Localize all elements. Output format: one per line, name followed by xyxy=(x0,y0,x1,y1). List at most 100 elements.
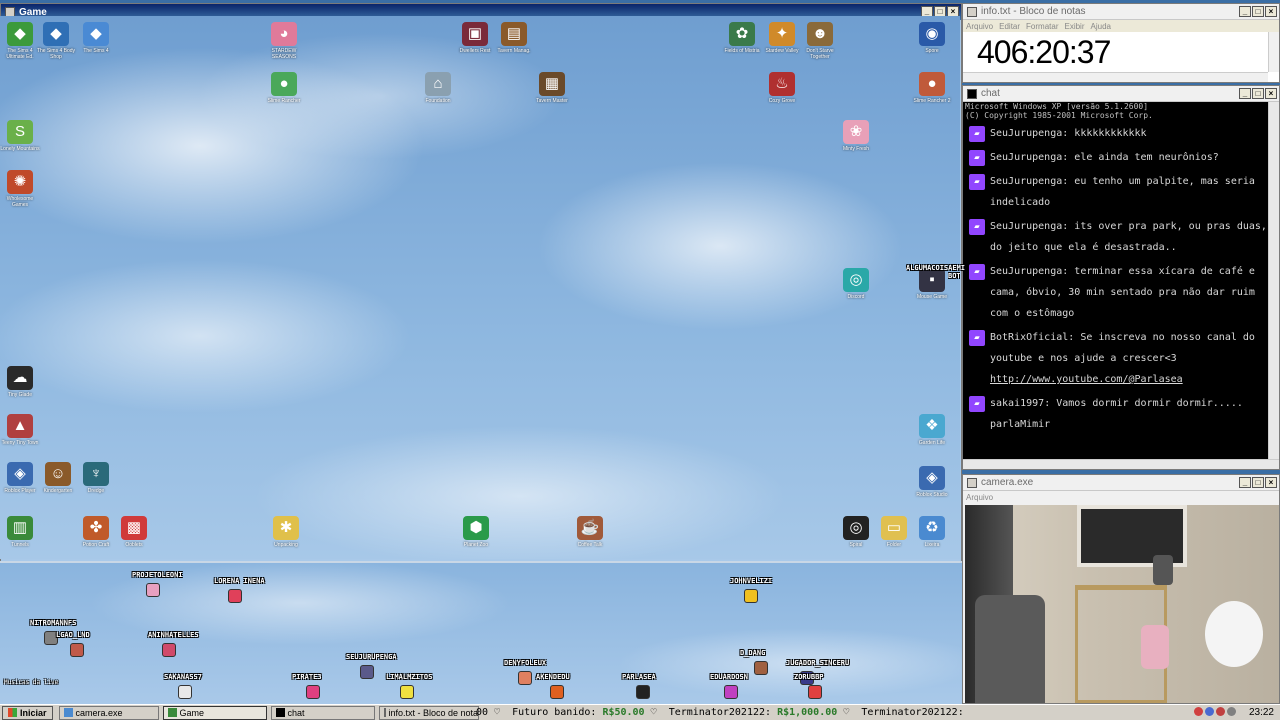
desktop-icon-the-sims-4-ultimate-ed-[interactable]: ◆ The Sims 4 Ultimate Ed. xyxy=(0,22,40,60)
desktop-icon-tavern-manag-[interactable]: ▤ Tavern Manag. xyxy=(494,22,534,54)
desktop-icon-label: Slime Rancher xyxy=(267,98,301,104)
start-button[interactable]: Iniciar xyxy=(2,705,53,720)
desktop-icon-wholesome-games[interactable]: ✺ Wholesome Games xyxy=(0,170,40,208)
desktop-icon-stardew-seasons[interactable]: ◕ STARDEW SEASONS xyxy=(264,22,304,60)
menu-formatar[interactable]: Formatar xyxy=(1026,22,1058,31)
chat-username[interactable]: BotRixOficial xyxy=(990,332,1068,343)
minimize-button[interactable]: _ xyxy=(1239,477,1251,488)
stream-timer[interactable]: 406:20:37 xyxy=(977,34,1111,71)
camera-icon xyxy=(63,708,73,717)
stage-username: PROJETOLEONI xyxy=(132,571,183,579)
desktop-icon-label: Planet Zoo xyxy=(463,542,489,548)
desktop-icon-label: The Sims 4 Body Shop xyxy=(36,48,76,60)
chat-link[interactable]: http://www.youtube.com/@Parlasea xyxy=(990,374,1183,385)
minimize-button[interactable]: _ xyxy=(1239,6,1251,17)
close-button[interactable]: × xyxy=(1265,477,1277,488)
desktop-icon-tunnels[interactable]: ▥ Tunnels xyxy=(0,516,40,548)
desktop-icon-spiral[interactable]: ◎ Spiral xyxy=(836,516,876,548)
desktop-icon-tavern-master[interactable]: ▦ Tavern Master xyxy=(532,72,572,104)
desktop-icon-unpacking[interactable]: ✱ Unpacking xyxy=(266,516,306,548)
app-icon: ◆ xyxy=(7,22,33,46)
chat-username[interactable]: SeuJurupenga xyxy=(990,128,1062,139)
app-icon: ✦ xyxy=(769,22,795,46)
chat-username[interactable]: sakai1997 xyxy=(990,398,1044,409)
twitch-icon: ▰ xyxy=(969,174,985,190)
maximize-button[interactable]: □ xyxy=(1252,88,1264,99)
notepad-titlebar[interactable]: info.txt - Bloco de notas _ □ × xyxy=(963,4,1279,20)
desktop-icon-mouse-game[interactable]: ▪ Mouse Game xyxy=(912,268,952,300)
tray-icon[interactable] xyxy=(1216,707,1225,716)
desktop-icon-planet-zoo[interactable]: ⬢ Planet Zoo xyxy=(456,516,496,548)
desktop-icon-folder[interactable]: ▭ Folder xyxy=(874,516,914,548)
desktop-icon-slime-rancher[interactable]: ● Slime Rancher xyxy=(264,72,304,104)
desktop-icon-lonely-mountains[interactable]: S Lonely Mountains xyxy=(0,120,40,152)
desktop-icon-minty-fresh[interactable]: ❀ Minty Fresh xyxy=(836,120,876,152)
chat-username[interactable]: SeuJurupenga xyxy=(990,176,1062,187)
task-game[interactable]: Game xyxy=(162,705,267,720)
minimize-button[interactable]: _ xyxy=(1239,88,1251,99)
desktop-icon-stardew-valley[interactable]: ✦ Stardew Valley xyxy=(762,22,802,54)
desktop-icon-foundation[interactable]: ⌂ Foundation xyxy=(418,72,458,104)
close-button[interactable]: × xyxy=(1265,88,1277,99)
stage-username: ANINHATELLES xyxy=(148,631,199,639)
overlay-username: ALGUMACOISAEMI xyxy=(906,264,966,272)
chat-scrollbar[interactable] xyxy=(1268,102,1279,459)
desktop-icon-tiny-glade[interactable]: ☁ Tiny Glade xyxy=(0,366,40,398)
camera-titlebar[interactable]: camera.exe _ □ × xyxy=(963,475,1279,491)
chat-username[interactable]: SeuJurupenga xyxy=(990,152,1062,163)
menu-editar[interactable]: Editar xyxy=(999,22,1020,31)
notepad-scrollbar[interactable] xyxy=(1268,32,1279,72)
stage-username: JUGADOR_SINCERU xyxy=(786,659,850,667)
desktop-icon-garden-life[interactable]: ❖ Garden Life xyxy=(912,414,952,446)
desktop-icon-spore[interactable]: ◉ Spore xyxy=(912,22,952,54)
task-chat[interactable]: chat xyxy=(270,705,375,720)
desktop-icon-roblox-studio[interactable]: ◈ Roblox Studio xyxy=(912,466,952,498)
desktop-icon-label: Coffee Talk xyxy=(577,542,603,548)
overlay-username: BOTOBRIX xyxy=(948,272,960,280)
desktop-icon-don-t-starve-together[interactable]: ☻ Don't Starve Together xyxy=(800,22,840,60)
stage-username: ZORUBBP xyxy=(794,673,824,681)
desktop-icon-kindergarten[interactable]: ☺ Kindergarten xyxy=(38,462,78,494)
tray-icon[interactable] xyxy=(1205,707,1214,716)
desktop-icon-lixeira[interactable]: ♻ Lixeira xyxy=(912,516,952,548)
notepad-hscrollbar[interactable] xyxy=(963,72,1268,82)
desktop-icon-coffee-talk[interactable]: ☕ Coffee Talk xyxy=(570,516,610,548)
maximize-button[interactable]: □ xyxy=(1252,477,1264,488)
task-label: camera.exe xyxy=(75,707,123,718)
chat-titlebar[interactable]: chat _ □ × xyxy=(963,86,1279,102)
close-button[interactable]: × xyxy=(1265,6,1277,17)
task-notepad[interactable]: info.txt - Bloco de notas xyxy=(378,705,479,720)
menu-arquivo[interactable]: Arquivo xyxy=(966,493,993,502)
menu-arquivo[interactable]: Arquivo xyxy=(966,22,993,31)
desktop-icon-discord[interactable]: ◎ Discord xyxy=(836,268,876,300)
desktop-icon-dredge[interactable]: ♆ Dredge xyxy=(76,462,116,494)
chat-colon: : xyxy=(1062,221,1075,232)
tray-icon[interactable] xyxy=(1227,707,1236,716)
menu-ajuda[interactable]: Ajuda xyxy=(1091,22,1111,31)
tray-icon[interactable] xyxy=(1194,707,1203,716)
desktop-icon-roblox-player[interactable]: ◈ Roblox Player xyxy=(0,462,40,494)
ticker-amount: R$1,000.00 xyxy=(777,707,838,718)
desktop-icon-the-sims-4[interactable]: ◆ The Sims 4 xyxy=(76,22,116,54)
task-camera[interactable]: camera.exe xyxy=(58,705,159,720)
chat-text: kkkkkkkkkkkk xyxy=(1074,128,1147,139)
desktop-icon-fields-of-mistria[interactable]: ✿ Fields of Mistria xyxy=(722,22,762,54)
desktop-icon-slime-rancher-2[interactable]: ● Slime Rancher 2 xyxy=(912,72,952,104)
desktop-icon-cozy-grove[interactable]: ♨ Cozy Grove xyxy=(762,72,802,104)
menu-exibir[interactable]: Exibir xyxy=(1064,22,1084,31)
app-icon: ▥ xyxy=(7,516,33,540)
desktop-icon-label: The Sims 4 xyxy=(83,48,109,54)
window-controls: _ □ × xyxy=(1239,477,1277,488)
desktop-icon-label: Folder xyxy=(886,542,902,548)
chat-username[interactable]: SeuJurupenga xyxy=(990,266,1062,277)
maximize-button[interactable]: □ xyxy=(1252,6,1264,17)
desktop-icon-potion-craft[interactable]: ✤ Potion Craft xyxy=(76,516,116,548)
desktop-icon-dwellers-rest[interactable]: ▣ Dwellers Rest xyxy=(455,22,495,54)
desktop-icon-the-sims-4-body-shop[interactable]: ◆ The Sims 4 Body Shop xyxy=(36,22,76,60)
desktop-icon-ooblets[interactable]: ▩ Ooblets xyxy=(114,516,154,548)
desktop-icon-teeny-tiny-town[interactable]: ▲ Teeny Tiny Town xyxy=(0,414,40,446)
chat-username[interactable]: SeuJurupenga xyxy=(990,221,1062,232)
chat-hscrollbar[interactable] xyxy=(963,459,1279,469)
notepad-icon xyxy=(383,708,386,717)
clock[interactable]: 23:22 xyxy=(1249,705,1274,720)
